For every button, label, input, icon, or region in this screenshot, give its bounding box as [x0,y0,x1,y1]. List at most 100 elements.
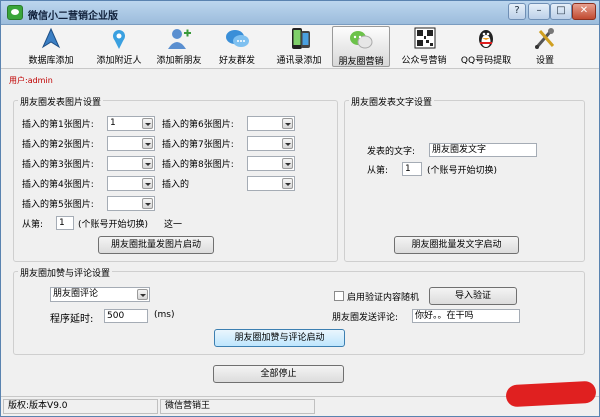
current-user: 用户:admin [9,75,53,86]
chevron-down-icon [282,118,293,129]
tool-label: 通讯录添加 [276,56,322,66]
delay-input[interactable]: 500 [104,309,148,323]
tool-label: 数据库添加 [28,56,74,66]
chevron-down-icon [282,158,293,169]
tool-label: 朋友圈营销 [338,57,384,67]
qrcode-icon [411,27,437,51]
version-status: 版权:版本V9.0 [3,399,158,414]
image1-value: 1 [110,118,116,128]
text-group-title: 朋友圈发表文字设置 [349,95,435,108]
location-pin-icon [106,27,132,51]
tool-moments-marketing[interactable]: 朋友圈营销 [332,26,390,67]
image5-select[interactable] [107,196,155,211]
image-from-input[interactable]: 1 [56,216,74,230]
user-name: admin [27,76,53,85]
image4-select[interactable] [107,176,155,191]
image-group-title: 朋友圈发表图片设置 [18,95,104,108]
image2-label: 插入的第2张图片: [22,140,94,150]
image3-label: 插入的第3张图片: [22,160,94,170]
close-button[interactable]: ✕ [572,3,596,20]
start-image-post-button[interactable]: 朋友圈批量发图片启动 [98,236,214,254]
tool-label: 添加新朋友 [156,56,202,66]
chat-bubbles-icon [224,27,250,51]
tool-settings[interactable]: 设置 [523,26,567,67]
like-comment-group: 朋友圈加赞与评论设置 朋友圈评论 程序延时: 500 (ms) 启用验证内容随机… [13,266,585,355]
text-from-input[interactable]: 1 [402,162,422,176]
image1-select[interactable]: 1 [107,116,155,131]
title-bar: 微信小二营销企业版 ? – □ ✕ [1,1,599,25]
image9-select[interactable] [247,176,295,191]
brand-status: 微信营销王 [160,399,315,414]
window-title: 微信小二营销企业版 [28,11,118,22]
maximize-button[interactable]: □ [550,3,572,20]
random-verify-checkbox[interactable] [334,291,344,301]
stop-all-button[interactable]: 全部停止 [213,365,344,383]
comment-label: 朋友圈发送评论: [332,313,399,323]
minimize-button[interactable]: – [528,3,550,20]
image4-label: 插入的第4张图片: [22,180,94,190]
image5-label: 插入的第5张图片: [22,200,94,210]
tool-add-new-friend[interactable]: 添加新朋友 [149,26,209,67]
redaction-mark [505,380,597,408]
image-from-hint: (个账号开始切换) [78,220,149,230]
image7-label: 插入的第7张图片: [162,140,234,150]
text-from-label: 从第: [367,166,389,176]
tool-label: 好友群发 [218,56,255,66]
chevron-down-icon [142,198,153,209]
image-from-hint-tail: 这一 [164,220,183,230]
comment-input[interactable]: 你好。。在干吗 [412,309,520,323]
qq-penguin-icon [473,27,499,51]
database-icon [38,27,64,51]
delay-unit: (ms) [154,310,175,320]
chevron-down-icon [142,138,153,149]
tool-label: QQ号码提取 [460,56,512,66]
main-toolbar: 数据库添加 添加附近人 添加新朋友 好友群发 通讯录添加 朋友圈营销 公众号营销… [1,25,599,69]
image8-select[interactable] [247,156,295,171]
image2-select[interactable] [107,136,155,151]
image6-select[interactable] [247,116,295,131]
tool-contacts-add[interactable]: 通讯录添加 [269,26,329,67]
image1-label: 插入的第1张图片: [22,120,94,130]
chevron-down-icon [142,158,153,169]
image8-label: 插入的第8张图片: [162,160,234,170]
tool-official-account[interactable]: 公众号营销 [394,26,454,67]
image-settings-group: 朋友圈发表图片设置 插入的第1张图片: 1 插入的第2张图片: 插入的第3张图片… [13,95,338,262]
tool-friend-broadcast[interactable]: 好友群发 [213,26,261,67]
wechat-app-icon [7,5,23,20]
image-from-label: 从第: [22,220,44,230]
chevron-down-icon [137,289,148,300]
image3-select[interactable] [107,156,155,171]
like-mode-select[interactable]: 朋友圈评论 [50,287,150,302]
image7-select[interactable] [247,136,295,151]
text-settings-group: 朋友圈发表文字设置 发表的文字: 朋友圈发文字 从第: 1 (个账号开始切换) … [344,95,585,262]
start-text-post-button[interactable]: 朋友圈批量发文字启动 [394,236,519,254]
chevron-down-icon [142,178,153,189]
chevron-down-icon [282,138,293,149]
image6-label: 插入的第6张图片: [162,120,234,130]
chevron-down-icon [142,118,153,129]
delay-label: 程序延时: [50,314,94,325]
random-verify-label: 启用验证内容随机 [347,293,420,303]
start-like-comment-button[interactable]: 朋友圈加赞与评论启动 [214,329,345,347]
tool-label: 设置 [535,56,554,66]
text-content-input[interactable]: 朋友圈发文字 [429,143,537,157]
tools-icon [532,27,558,51]
tool-add-nearby[interactable]: 添加附近人 [89,26,149,67]
tool-label: 添加附近人 [96,56,142,66]
text-from-hint: (个账号开始切换) [427,166,498,176]
phone-icon [286,27,312,51]
like-mode-value: 朋友圈评论 [53,289,99,299]
app-window: 微信小二营销企业版 ? – □ ✕ 数据库添加 添加附近人 添加新朋友 好友群发… [0,0,600,417]
like-group-title: 朋友圈加赞与评论设置 [18,266,113,279]
help-button[interactable]: ? [508,3,526,20]
moments-icon [348,28,374,52]
add-friend-icon [166,27,192,51]
chevron-down-icon [282,178,293,189]
text-content-label: 发表的文字: [367,147,416,157]
image9-label: 插入的 [162,180,190,190]
tool-database-add[interactable]: 数据库添加 [21,26,81,67]
import-verify-button[interactable]: 导入验证 [429,287,517,305]
tool-qq-extract[interactable]: QQ号码提取 [456,26,516,67]
tool-label: 公众号营销 [401,56,447,66]
user-label: 用户: [9,76,28,85]
